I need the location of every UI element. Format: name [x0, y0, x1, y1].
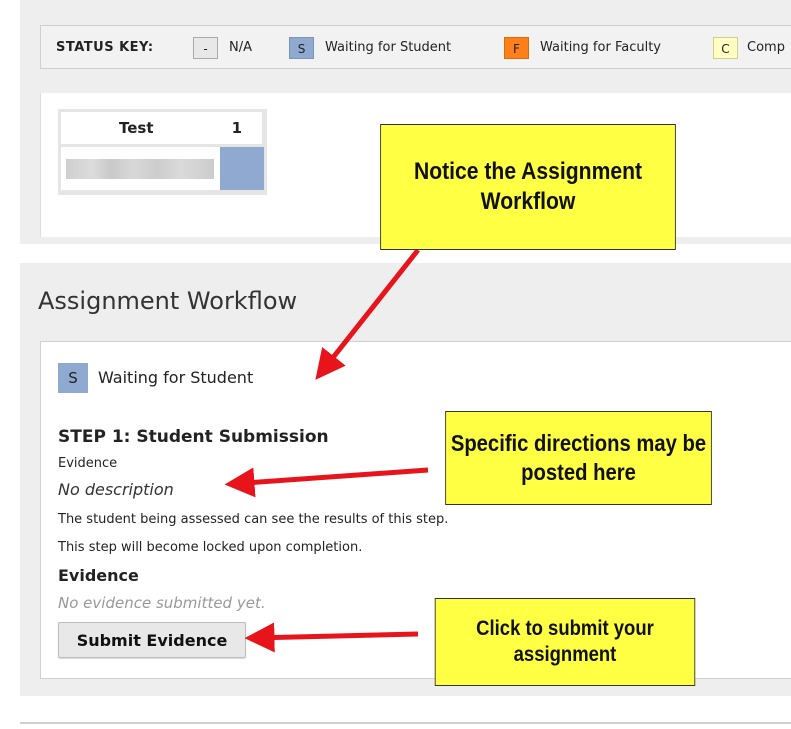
callout-workflow: Notice the Assignment Workflow — [380, 124, 676, 250]
arrow-to-description — [224, 467, 429, 498]
arrow-to-status — [315, 248, 420, 380]
callout-directions: Specific directions may be posted here — [445, 411, 712, 505]
callout-submit: Click to submit your assignment — [434, 598, 696, 686]
arrow-to-submit — [244, 622, 419, 653]
